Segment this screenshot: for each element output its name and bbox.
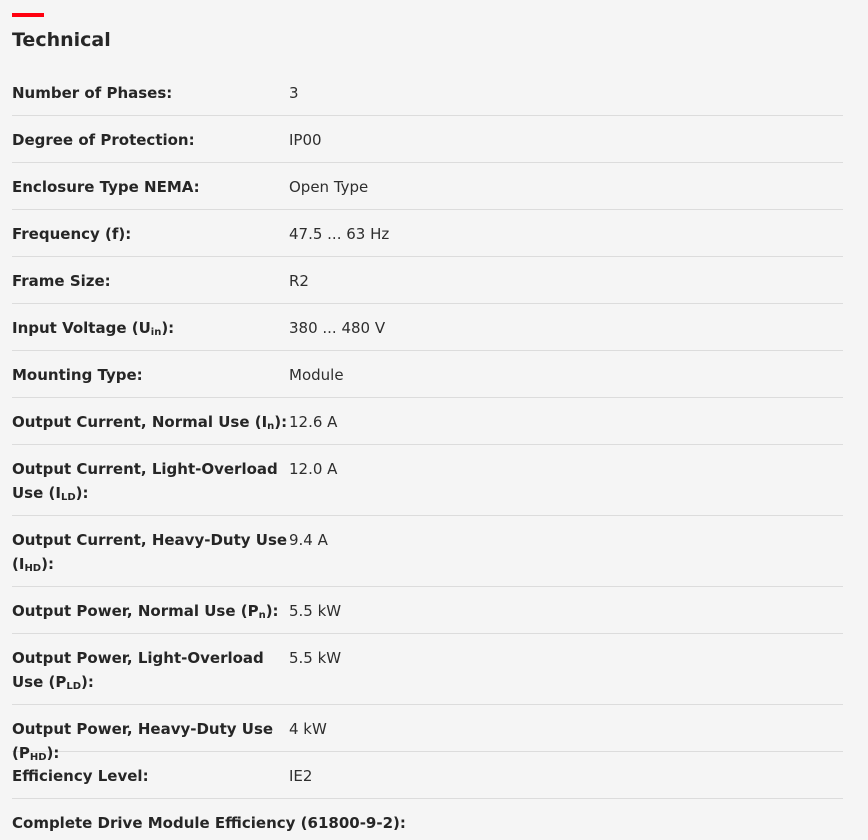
spec-label: Frame Size:	[12, 272, 111, 290]
technical-specifications: Technical Number of Phases: 3 Degree of …	[0, 0, 868, 840]
spec-label-subscript: in	[150, 327, 162, 338]
spec-label: Output Power, Normal Use (Pn):	[12, 599, 289, 628]
spec-label-close: ):	[41, 555, 54, 573]
spec-row-output-power-light-overload-use: Output Power, Light-Overload Use (PLD): …	[12, 634, 843, 705]
spec-value: Open Type	[289, 178, 369, 196]
spec-label: Output Power, Light-Overload Use (PLD):	[12, 646, 289, 699]
spec-label: Output Current, Heavy-Duty Use (IHD):	[12, 528, 289, 581]
section-accent-bar	[12, 13, 44, 17]
spec-value: 4 kW	[289, 720, 327, 738]
spec-value: IE2	[289, 767, 313, 785]
spec-label: Mounting Type:	[12, 366, 143, 384]
spec-label-subscript: n	[258, 610, 266, 621]
spec-row-output-power-heavy-duty-use: Output Power, Heavy-Duty Use (PHD): 4 kW	[12, 705, 843, 763]
spec-label: Frequency (f):	[12, 225, 132, 243]
spec-value: 5.5 kW	[289, 602, 342, 620]
spec-value: 12.6 A	[289, 413, 338, 431]
spec-label-main: Output Current, Light-Overload Use (I	[12, 460, 278, 502]
spec-value: 9.4 A	[289, 531, 328, 549]
spec-value: R2	[289, 272, 309, 290]
spec-row-output-current-heavy-duty-use: Output Current, Heavy-Duty Use (IHD): 9.…	[12, 516, 843, 587]
spec-value: 12.0 A	[289, 460, 338, 478]
spec-label-main: Output Power, Normal Use (P	[12, 602, 259, 620]
spec-label: Efficiency Level:	[12, 767, 149, 785]
spec-value: 47.5 ... 63 Hz	[289, 225, 390, 243]
spec-label-close: ):	[265, 602, 279, 620]
spec-label: Degree of Protection:	[12, 131, 195, 149]
spec-row-frame-size: Frame Size: R2	[12, 257, 843, 304]
spec-label-close: ):	[75, 484, 89, 502]
spec-label: Complete Drive Module Efficiency (61800-…	[12, 814, 406, 832]
spec-label-main: Input Voltage (U	[12, 319, 151, 337]
spec-value: 380 ... 480 V	[289, 319, 386, 337]
spec-row-complete-drive-module-efficiency: Complete Drive Module Efficiency (61800-…	[12, 799, 843, 840]
spec-label-subscript: HD	[24, 563, 42, 574]
specifications-table: Number of Phases: 3 Degree of Protection…	[12, 69, 843, 840]
spec-row-enclosure-type-nema: Enclosure Type NEMA: Open Type	[12, 163, 843, 210]
spec-label-close: ):	[81, 673, 94, 691]
spec-label-main: Output Current, Normal Use (I	[12, 413, 268, 431]
spec-row-output-current-normal-use: Output Current, Normal Use (In): 12.6 A	[12, 398, 843, 445]
spec-value: IP00	[289, 131, 322, 149]
spec-label: Number of Phases:	[12, 84, 173, 102]
section-title: Technical	[12, 29, 111, 51]
spec-value: Module	[289, 366, 344, 384]
spec-label-main: Output Power, Light-Overload Use (P	[12, 649, 264, 691]
spec-row-input-voltage: Input Voltage (Uin): 380 ... 480 V	[12, 304, 843, 351]
spec-label-subscript: LD	[66, 681, 82, 692]
spec-row-degree-of-protection: Degree of Protection: IP00	[12, 116, 843, 163]
spec-row-frequency: Frequency (f): 47.5 ... 63 Hz	[12, 210, 843, 257]
spec-row-mounting-type: Mounting Type: Module	[12, 351, 843, 398]
spec-label-subscript: LD	[60, 492, 76, 503]
spec-label: Input Voltage (Uin):	[12, 316, 289, 345]
spec-label: Output Current, Normal Use (In):	[12, 410, 289, 439]
spec-value: 5.5 kW	[289, 649, 342, 667]
spec-label: Output Current, Light-Overload Use (ILD)…	[12, 457, 289, 510]
spec-row-output-current-light-overload-use: Output Current, Light-Overload Use (ILD)…	[12, 445, 843, 516]
spec-row-output-power-normal-use: Output Power, Normal Use (Pn): 5.5 kW	[12, 587, 843, 634]
spec-row-efficiency-level: Efficiency Level: IE2	[12, 752, 843, 799]
spec-value: 3	[289, 84, 299, 102]
spec-label: Enclosure Type NEMA:	[12, 178, 200, 196]
spec-label-close: ):	[274, 413, 288, 431]
spec-label-close: ):	[161, 319, 175, 337]
spec-row-number-of-phases: Number of Phases: 3	[12, 69, 843, 116]
